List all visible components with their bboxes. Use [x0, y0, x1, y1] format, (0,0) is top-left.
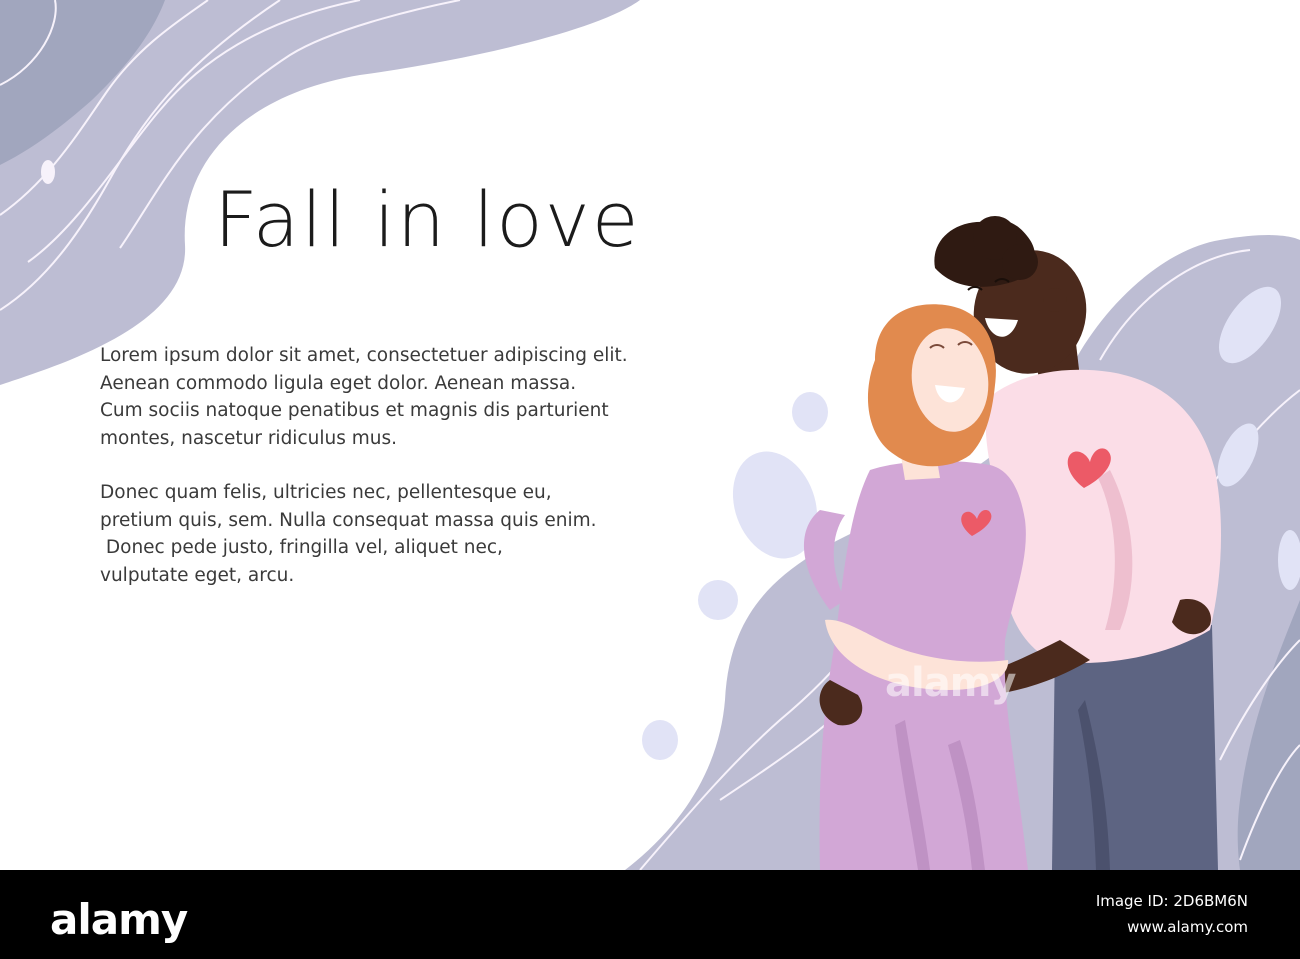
body-line: pretium quis, sem. Nulla consequat massa…: [100, 509, 597, 531]
image-id: Image ID: 2D6BM6N: [1095, 892, 1248, 910]
footer-bar: alamy Image ID: 2D6BM6N www.alamy.com: [0, 870, 1300, 959]
man-hair-curl: [1002, 244, 1038, 280]
watermark: alamy: [885, 660, 1016, 706]
body-paragraph: Lorem ipsum dolor sit amet, consectetuer…: [100, 342, 780, 452]
page-title: Fall in love: [214, 175, 641, 264]
body-line: montes, nascetur ridiculus mus.: [100, 427, 397, 449]
body-line: Cum sociis natoque penatibus et magnis d…: [100, 400, 609, 421]
woman-figure: [803, 304, 1028, 870]
body-paragraph: Donec quam felis, ultricies nec, pellent…: [100, 479, 780, 589]
body-line: Donec pede justo, fringilla vel, aliquet…: [100, 537, 503, 558]
image-meta: Image ID: 2D6BM6N www.alamy.com: [1096, 888, 1248, 940]
body-copy: Lorem ipsum dolor sit amet, consectetuer…: [100, 342, 780, 616]
body-line: vulputate eget, arcu.: [100, 564, 295, 586]
brand-logo[interactable]: alamy: [50, 895, 188, 944]
blob-spot: [41, 160, 55, 184]
poster-artboard: Fall in love Lorem ipsum dolor sit amet,…: [0, 0, 1300, 870]
body-line: Donec quam felis, ultricies nec, pellent…: [100, 482, 552, 503]
site-link[interactable]: www.alamy.com: [1096, 914, 1248, 940]
blob-spot: [792, 392, 828, 432]
man-ear: [1043, 288, 1067, 312]
body-line: Aenean commodo ligula eget dolor. Aenean…: [100, 372, 577, 394]
body-line: Lorem ipsum dolor sit amet, consectetuer…: [100, 345, 628, 366]
blob-spot: [642, 720, 678, 760]
